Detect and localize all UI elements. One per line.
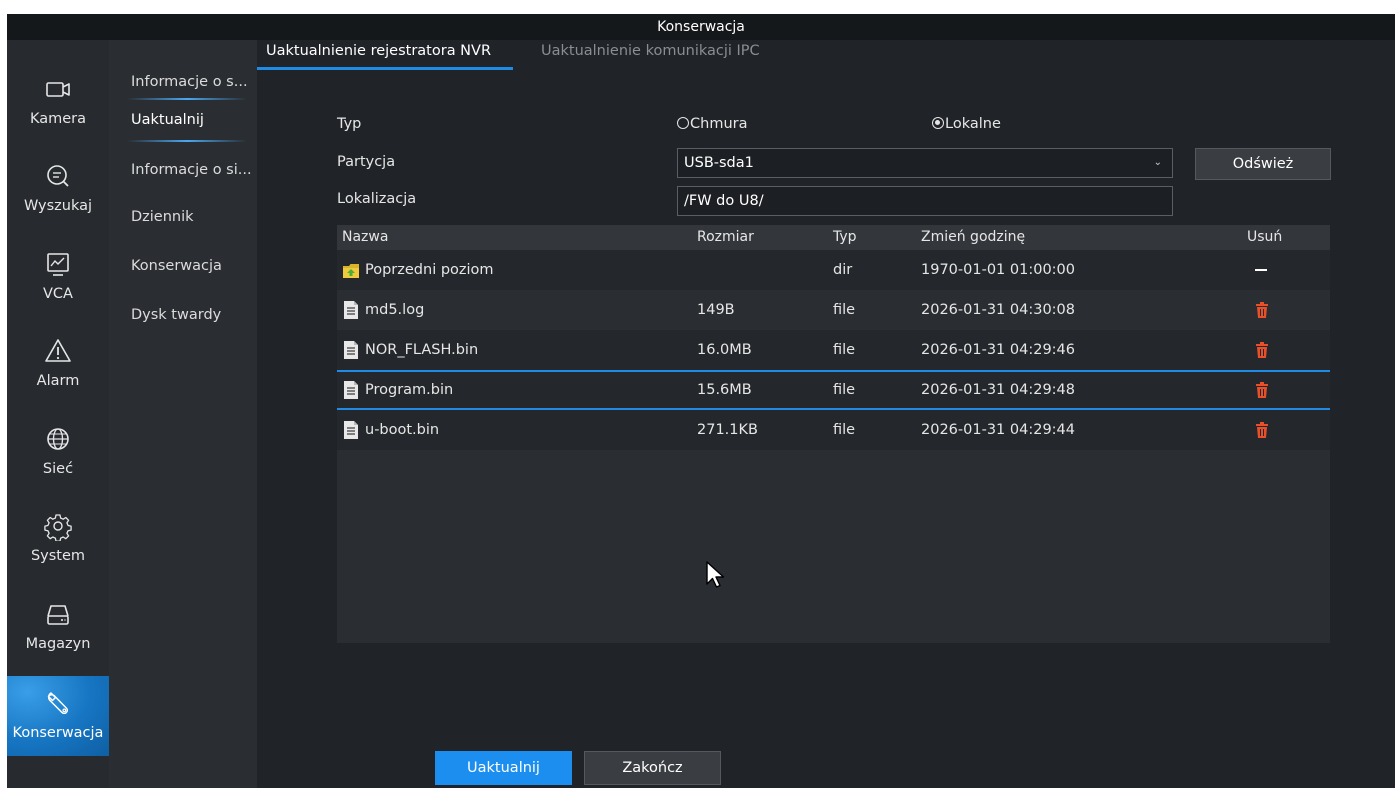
nav-item-network[interactable]: Sieć <box>7 412 109 492</box>
trash-icon[interactable] <box>1255 422 1269 438</box>
file-icon <box>344 341 358 359</box>
tab-bar: Uaktualnienie rejestratora NVR Uaktualni… <box>257 40 1395 74</box>
cell-time: 2026-01-31 04:29:48 <box>921 382 1075 398</box>
dash-icon <box>1255 269 1267 271</box>
cell-type: file <box>833 422 856 438</box>
col-name-header: Nazwa <box>342 229 389 245</box>
cell-name: u-boot.bin <box>365 422 440 438</box>
location-label: Lokalizacja <box>337 191 417 207</box>
partition-label: Partycja <box>337 154 396 170</box>
trash-icon[interactable] <box>1255 302 1269 318</box>
radio-cloud[interactable]: Chmura <box>677 116 747 132</box>
sub-nav: Informacje o s... Uaktualnij Informacje … <box>109 40 257 788</box>
nav-item-search[interactable]: Wyszukaj <box>7 149 109 229</box>
cell-size: 16.0MB <box>697 342 752 358</box>
table-row[interactable]: NOR_FLASH.bin 16.0MB file 2026-01-31 04:… <box>337 330 1330 370</box>
location-field[interactable]: /FW do U8/ <box>677 186 1173 216</box>
mouse-cursor-icon <box>706 561 725 588</box>
nav-item-system[interactable]: System <box>7 499 109 579</box>
col-type-header: Typ <box>833 229 857 245</box>
main-nav: Kamera Wyszukaj VCA Alarm Sieć System Ma… <box>7 40 109 788</box>
file-icon <box>344 301 358 319</box>
nav-label-storage: Magazyn <box>25 636 91 652</box>
nav-label-network: Sieć <box>42 461 74 477</box>
cell-name: Program.bin <box>365 382 454 398</box>
nav-label-search: Wyszukaj <box>23 198 93 214</box>
chevron-down-icon: ⌄ <box>1153 157 1162 168</box>
trash-icon[interactable] <box>1255 342 1269 358</box>
cell-name: Poprzedni poziom <box>365 262 494 278</box>
nav-label-camera: Kamera <box>29 111 87 127</box>
radio-local[interactable]: Lokalne <box>932 116 1001 132</box>
nvr-screen: Konserwacja Kamera Wyszukaj VCA Alarm Si… <box>7 14 1395 788</box>
globe-icon <box>47 428 69 450</box>
nav-item-alarm[interactable]: Alarm <box>7 324 109 404</box>
radio-cloud-circle <box>677 117 689 129</box>
table-row[interactable]: Poprzedni poziom dir 1970-01-01 01:00:00 <box>337 250 1330 290</box>
partition-value: USB-sda1 <box>684 155 754 171</box>
radio-local-circle <box>932 117 944 129</box>
tab-active-underline <box>257 67 513 70</box>
table-header: Nazwa Rozmiar Typ Zmień godzinę Usuń <box>337 225 1330 250</box>
cell-type: file <box>833 342 856 358</box>
sub-item-maintenance[interactable]: Konserwacja <box>131 256 257 276</box>
cell-time: 2026-01-31 04:29:46 <box>921 342 1075 358</box>
cell-name: md5.log <box>365 302 425 318</box>
storage-icon <box>47 605 69 625</box>
cell-type: file <box>833 302 856 318</box>
highlight-line-bottom <box>127 140 247 142</box>
upgrade-button[interactable]: Uaktualnij <box>435 751 572 785</box>
cell-size: 15.6MB <box>697 382 752 398</box>
search-icon <box>47 165 69 187</box>
radio-local-label: Lokalne <box>945 116 1001 132</box>
location-value: /FW do U8/ <box>684 193 764 209</box>
sub-item-network-info[interactable]: Informacje o si... <box>131 160 257 180</box>
sub-item-log[interactable]: Dziennik <box>131 207 257 227</box>
table-row[interactable]: u-boot.bin 271.1KB file 2026-01-31 04:29… <box>337 410 1330 450</box>
cell-type: dir <box>833 262 853 278</box>
cell-time: 1970-01-01 01:00:00 <box>921 262 1075 278</box>
type-label: Typ <box>337 116 362 132</box>
main-panel: Uaktualnienie rejestratora NVR Uaktualni… <box>257 40 1395 788</box>
nav-item-maintenance[interactable]: Konserwacja <box>7 676 109 756</box>
file-icon <box>344 381 358 399</box>
alarm-icon <box>45 339 71 362</box>
nav-label-maintenance: Konserwacja <box>12 725 104 741</box>
file-table: Nazwa Rozmiar Typ Zmień godzinę Usuń Pop… <box>337 225 1330 643</box>
file-icon <box>344 421 358 439</box>
camera-icon <box>46 82 70 97</box>
nav-item-camera[interactable]: Kamera <box>7 62 109 142</box>
col-delete-header: Usuń <box>1247 229 1283 245</box>
vca-icon <box>47 253 69 276</box>
window-title: Konserwacja <box>7 14 1395 40</box>
table-row-selected[interactable]: Program.bin 15.6MB file 2026-01-31 04:29… <box>337 370 1330 410</box>
partition-select[interactable]: USB-sda1 ⌄ <box>677 148 1173 178</box>
highlight-line-top <box>127 98 247 100</box>
tab-ipc-upgrade[interactable]: Uaktualnienie komunikacji IPC <box>541 40 760 74</box>
cell-size: 149B <box>697 302 735 318</box>
nav-label-vca: VCA <box>43 286 73 302</box>
nav-label-alarm: Alarm <box>36 373 80 389</box>
wrench-icon <box>47 692 69 715</box>
table-row[interactable]: md5.log 149B file 2026-01-31 04:30:08 <box>337 290 1330 330</box>
refresh-button[interactable]: Odśwież <box>1195 148 1331 180</box>
nav-label-system: System <box>30 548 86 564</box>
gear-icon <box>44 514 72 541</box>
nav-item-storage[interactable]: Magazyn <box>7 587 109 667</box>
radio-cloud-label: Chmura <box>690 116 748 132</box>
cell-type: file <box>833 382 856 398</box>
cell-time: 2026-01-31 04:30:08 <box>921 302 1075 318</box>
exit-button[interactable]: Zakończ <box>584 751 721 785</box>
sub-item-upgrade[interactable]: Uaktualnij <box>131 110 257 130</box>
sub-item-device-info[interactable]: Informacje o s... <box>131 72 257 92</box>
cell-name: NOR_FLASH.bin <box>365 342 479 358</box>
cell-size: 271.1KB <box>697 422 758 438</box>
col-time-header: Zmień godzinę <box>921 229 1026 245</box>
cell-time: 2026-01-31 04:29:44 <box>921 422 1075 438</box>
trash-icon[interactable] <box>1255 382 1269 398</box>
sub-item-hard-disk[interactable]: Dysk twardy <box>131 305 257 325</box>
nav-item-vca[interactable]: VCA <box>7 237 109 317</box>
folder-up-icon <box>343 264 359 278</box>
col-size-header: Rozmiar <box>697 229 754 245</box>
